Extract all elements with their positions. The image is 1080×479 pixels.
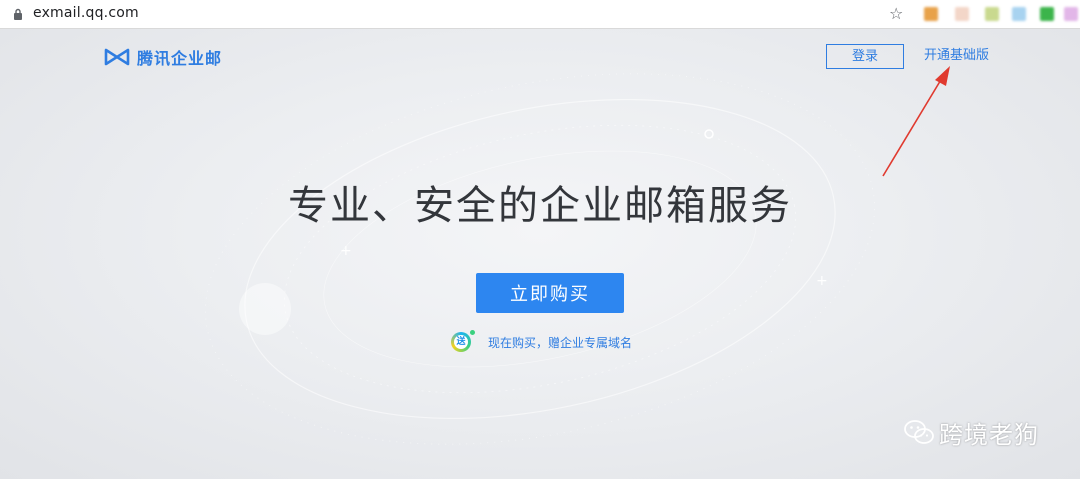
watermark-text: 跨境老狗 xyxy=(939,420,1039,449)
extension-icon[interactable] xyxy=(1040,7,1054,21)
login-button[interactable]: 登录 xyxy=(826,44,904,69)
brand-logo[interactable]: 腾讯企业邮 xyxy=(104,46,222,68)
promo-text: 现在购买，赠企业专属域名 xyxy=(488,335,633,350)
extension-icon[interactable] xyxy=(1012,7,1026,21)
lock-icon[interactable] xyxy=(13,8,23,20)
watermark: 跨境老狗 xyxy=(903,415,1039,449)
logo-text: 腾讯企业邮 xyxy=(137,49,223,68)
promo-banner: 送 现在购买，赠企业专属域名 xyxy=(451,330,633,352)
extension-icon[interactable] xyxy=(955,7,969,21)
svg-text:+: + xyxy=(816,273,828,289)
extension-icon[interactable] xyxy=(1064,7,1078,21)
exmail-logo-icon xyxy=(104,48,130,66)
url-text[interactable]: exmail.qq.com xyxy=(33,5,139,21)
background-decoration: + + xyxy=(205,73,875,445)
star-icon[interactable]: ☆ xyxy=(889,4,903,24)
gift-badge-icon: 送 xyxy=(451,330,475,352)
wechat-icon xyxy=(904,420,934,444)
gift-badge-label: 送 xyxy=(454,335,468,349)
browser-address-bar[interactable]: exmail.qq.com ☆ xyxy=(0,0,1080,29)
buy-now-button[interactable]: 立即购买 xyxy=(476,273,624,313)
extension-icon[interactable] xyxy=(985,7,999,21)
svg-text:+: + xyxy=(340,243,352,259)
open-basic-edition-link[interactable]: 开通基础版 xyxy=(924,48,989,64)
page-body: + + 腾讯企业邮 登录 开通基础版 专业、安全的企业邮箱服务 立即购买 送 现… xyxy=(0,29,1080,479)
extension-icon[interactable] xyxy=(924,7,938,21)
page-headline: 专业、安全的企业邮箱服务 xyxy=(288,183,792,229)
